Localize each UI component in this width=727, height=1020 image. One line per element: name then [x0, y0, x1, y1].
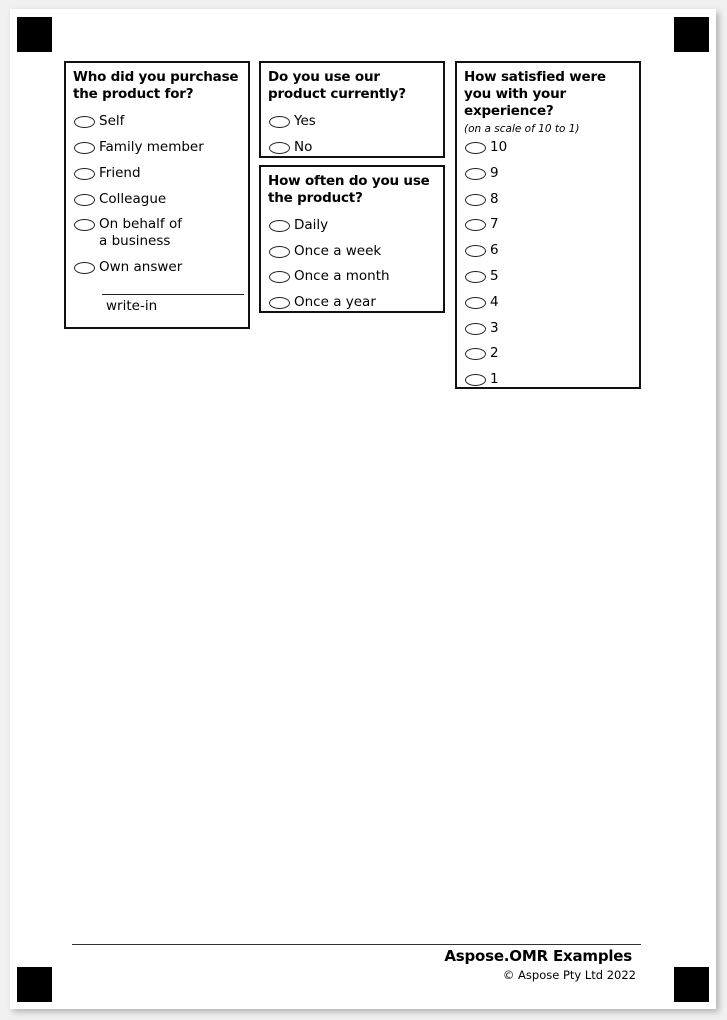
- bubble-icon[interactable]: [465, 142, 486, 154]
- bubble-icon[interactable]: [269, 271, 290, 283]
- option-score-9[interactable]: 9: [465, 165, 499, 182]
- bubble-icon[interactable]: [465, 271, 486, 283]
- question-title: How often do you use the product?: [268, 173, 430, 206]
- question-satisfaction: How satisfied were you with your experie…: [455, 61, 641, 389]
- bubble-icon[interactable]: [74, 116, 95, 128]
- bubble-icon[interactable]: [269, 297, 290, 309]
- option-score-6[interactable]: 6: [465, 242, 499, 259]
- question-title: Do you use our product currently?: [268, 69, 406, 102]
- question-title: Who did you purchase the product for?: [73, 69, 239, 102]
- option-self[interactable]: Self: [74, 113, 124, 130]
- option-score-3[interactable]: 3: [465, 320, 499, 337]
- bubble-icon[interactable]: [74, 168, 95, 180]
- corner-marker-top-right: [674, 17, 709, 52]
- footer-copyright: © Aspose Pty Ltd 2022: [502, 968, 636, 982]
- option-colleague[interactable]: Colleague: [74, 191, 166, 208]
- bubble-icon[interactable]: [74, 219, 95, 231]
- option-score-1[interactable]: 1: [465, 371, 499, 388]
- question-title: How satisfied were you with your experie…: [464, 69, 606, 119]
- question-currently-use: Do you use our product currently? Yes No: [259, 61, 445, 158]
- bubble-icon[interactable]: [465, 245, 486, 258]
- bubble-icon[interactable]: [465, 322, 486, 335]
- bubble-icon[interactable]: [269, 116, 290, 128]
- bubble-icon[interactable]: [74, 262, 95, 274]
- question-usage-frequency: How often do you use the product? Daily …: [259, 165, 445, 313]
- option-on-behalf-of-business[interactable]: On behalf of a business: [74, 216, 184, 250]
- option-score-2[interactable]: 2: [465, 345, 499, 362]
- bubble-icon[interactable]: [74, 194, 95, 206]
- bubble-icon[interactable]: [465, 348, 486, 361]
- corner-marker-bottom-right: [674, 967, 709, 1002]
- write-in-field[interactable]: [102, 294, 244, 295]
- footer-divider: [72, 944, 641, 945]
- option-score-4[interactable]: 4: [465, 294, 499, 311]
- option-once-a-year[interactable]: Once a year: [269, 294, 376, 311]
- option-yes[interactable]: Yes: [269, 113, 316, 130]
- bubble-icon[interactable]: [465, 193, 486, 206]
- option-family-member[interactable]: Family member: [74, 139, 204, 156]
- option-no[interactable]: No: [269, 139, 312, 156]
- question-subtitle: (on a scale of 10 to 1): [464, 123, 580, 135]
- bubble-icon[interactable]: [74, 142, 95, 154]
- option-friend[interactable]: Friend: [74, 165, 141, 182]
- question-purchase-for: Who did you purchase the product for? Se…: [64, 61, 250, 329]
- option-daily[interactable]: Daily: [269, 217, 328, 234]
- option-score-7[interactable]: 7: [465, 216, 499, 233]
- answer-sheet-page: Who did you purchase the product for? Se…: [10, 9, 716, 1009]
- corner-marker-bottom-left: [17, 967, 52, 1002]
- footer-title: Aspose.OMR Examples: [444, 947, 632, 965]
- option-score-5[interactable]: 5: [465, 268, 499, 285]
- bubble-icon[interactable]: [269, 220, 290, 232]
- bubble-icon[interactable]: [465, 167, 486, 180]
- corner-marker-top-left: [17, 17, 52, 52]
- bubble-icon[interactable]: [269, 246, 290, 258]
- option-once-a-week[interactable]: Once a week: [269, 243, 381, 260]
- bubble-icon[interactable]: [465, 374, 486, 387]
- option-score-10[interactable]: 10: [465, 139, 507, 156]
- bubble-icon[interactable]: [465, 296, 486, 309]
- bubble-icon[interactable]: [269, 142, 290, 154]
- write-in-label: write-in: [106, 298, 158, 314]
- option-once-a-month[interactable]: Once a month: [269, 268, 390, 285]
- option-own-answer[interactable]: Own answer: [74, 259, 182, 276]
- bubble-icon[interactable]: [465, 219, 486, 232]
- option-score-8[interactable]: 8: [465, 191, 499, 208]
